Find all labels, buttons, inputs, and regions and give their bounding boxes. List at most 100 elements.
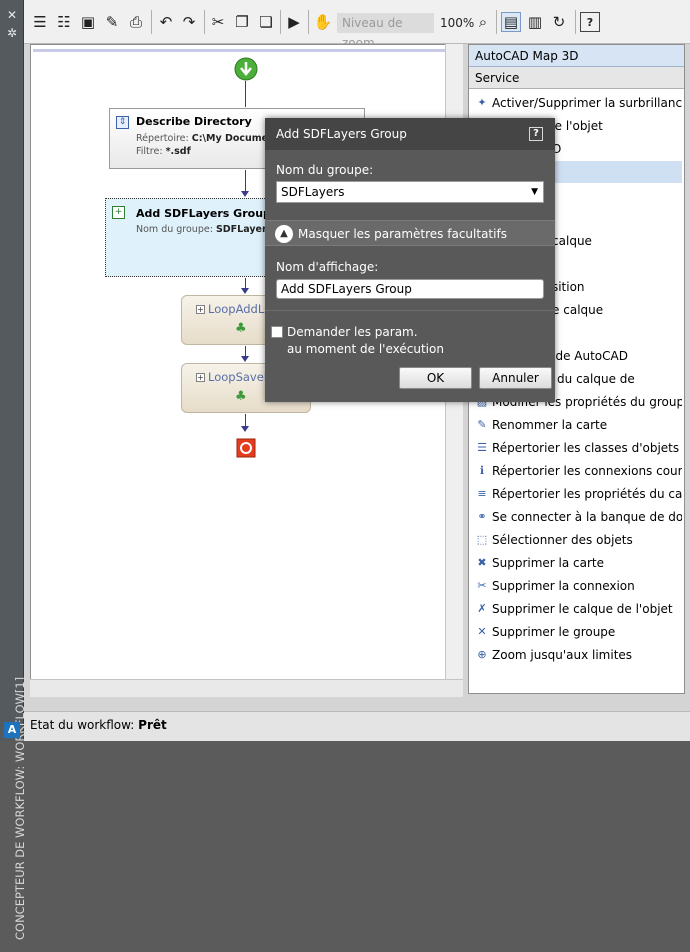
autocad-logo-icon: A: [4, 722, 20, 738]
paste-icon[interactable]: ❏: [256, 12, 276, 32]
prompt-at-runtime-checkbox[interactable]: [271, 326, 283, 338]
canvas-top-border: [33, 49, 462, 52]
group-name-select[interactable]: SDFLayers ▼: [276, 181, 544, 203]
palette-item-label: Zoom jusqu'aux limites: [492, 648, 633, 662]
palette-item[interactable]: ⚭ Se connecter à la banque de donnée: [473, 506, 682, 528]
palette-item[interactable]: ≡ Répertorier les propriétés du calque: [473, 483, 682, 505]
add-sdflayers-group-dialog: Add SDFLayers Group ? Nom du groupe: SDF…: [265, 118, 555, 402]
optional-params-toggle[interactable]: ▲ Masquer les paramètres facultatifs: [265, 220, 555, 246]
toolbar-separator: [280, 10, 281, 34]
palette-item-label: Répertorier les classes d'objets: [492, 441, 680, 455]
connector: [245, 170, 246, 192]
palette-item-label: Supprimer le calque de l'objet: [492, 602, 673, 616]
param-label: Nom du groupe:: [136, 224, 213, 235]
select-objects-icon: ⬚: [476, 533, 488, 546]
ok-button[interactable]: OK: [399, 367, 472, 389]
toolbar: ☰ ☷ ▣ ✎ ⎙ ↶ ↷ ✂ ❐ ❏ ▶ ✋ Niveau de zoom 1…: [24, 0, 690, 50]
toolbar-separator: [204, 10, 205, 34]
settings-icon[interactable]: ✲: [4, 26, 20, 40]
save-as-icon[interactable]: ✎: [102, 12, 122, 32]
connector-arrow: [241, 356, 249, 362]
add-group-icon: +: [112, 206, 125, 219]
zoom-level-input[interactable]: Niveau de zoom: [337, 13, 434, 50]
param-value: C:\My Documen: [191, 133, 275, 144]
activity-title: Describe Directory: [136, 115, 252, 128]
print-icon[interactable]: ⎙: [126, 12, 146, 32]
param-label: Filtre:: [136, 146, 163, 157]
connector-arrow: [241, 288, 249, 294]
cancel-button[interactable]: Annuler: [479, 367, 552, 389]
palette-header[interactable]: AutoCAD Map 3D: [469, 45, 684, 67]
param-label: Répertoire:: [136, 133, 189, 144]
describe-directory-icon: ⇕: [116, 116, 129, 129]
delete-layer-icon: ✗: [477, 602, 487, 615]
palette-item-label: Répertorier les connexions courante: [492, 464, 682, 478]
dialog-divider: [265, 310, 555, 311]
palette-item[interactable]: ✎ Renommer la carte: [473, 414, 682, 436]
palette-item-label: Sélectionner des objets: [492, 533, 633, 547]
delete-group-icon: ✕: [477, 625, 487, 638]
prompt-label-line2: au moment de l'exécution: [287, 342, 444, 356]
pin-icon[interactable]: ✕: [4, 8, 20, 22]
new-workflow-icon[interactable]: ☰: [30, 12, 50, 32]
palette-item-label: Supprimer la connexion: [492, 579, 635, 593]
layout-icon[interactable]: ▤: [501, 12, 521, 32]
expand-icon[interactable]: +: [196, 373, 205, 382]
display-name-input[interactable]: Add SDFLayers Group: [276, 279, 544, 299]
vertical-title-bar: ✕ ✲ CONCEPTEUR DE WORKFLOW: WORKFLOW[1] …: [0, 0, 27, 940]
vertical-title: CONCEPTEUR DE WORKFLOW: WORKFLOW[1]: [13, 676, 27, 940]
param-value: *.sdf: [165, 146, 191, 157]
pan-icon[interactable]: ✋: [313, 12, 333, 32]
dialog-help-button[interactable]: ?: [529, 127, 543, 141]
cut-icon[interactable]: ✂: [208, 12, 228, 32]
status-bar: Etat du workflow: Prêt: [24, 711, 690, 741]
list-classes-icon: ☰: [477, 441, 487, 454]
zoom-value: 100%: [440, 16, 475, 30]
group-name-label: Nom du groupe:: [276, 163, 374, 177]
toolbar-separator: [308, 10, 309, 34]
palette-item[interactable]: ✕ Supprimer le groupe: [473, 621, 682, 643]
toolbar-separator: [575, 10, 576, 34]
end-icon[interactable]: [236, 438, 256, 458]
properties-icon[interactable]: ▥: [525, 12, 545, 32]
save-icon[interactable]: ▣: [78, 12, 98, 32]
copy-icon[interactable]: ❐: [232, 12, 252, 32]
collapse-chevron-icon[interactable]: ▲: [275, 225, 293, 243]
palette-category[interactable]: Service: [469, 67, 684, 89]
dropdown-arrow-icon[interactable]: ▼: [531, 182, 538, 202]
help-button[interactable]: ?: [580, 12, 600, 32]
delete-connection-icon: ✂: [477, 579, 487, 592]
palette-item-label: Supprimer le groupe: [492, 625, 616, 639]
toolbar-separator: [496, 10, 497, 34]
connector: [245, 81, 246, 107]
redo-icon[interactable]: ↷: [179, 12, 199, 32]
palette-item[interactable]: ℹ Répertorier les connexions courante: [473, 460, 682, 482]
palette-item[interactable]: ✖ Supprimer la carte: [473, 552, 682, 574]
refresh-icon[interactable]: ↻: [549, 12, 569, 32]
start-icon[interactable]: [234, 57, 258, 81]
zoom-icon[interactable]: ⌕: [473, 12, 493, 32]
activity-param: Filtre: *.sdf: [136, 146, 191, 157]
run-workflow-icon[interactable]: ▶: [284, 12, 304, 32]
group-name-value: SDFLayers: [281, 185, 345, 199]
status-label: Etat du workflow:: [30, 718, 135, 732]
palette-item[interactable]: ☰ Répertorier les classes d'objets: [473, 437, 682, 459]
loop-title: LoopAddLa: [208, 302, 272, 316]
palette-item[interactable]: ⬚ Sélectionner des objets: [473, 529, 682, 551]
expand-icon[interactable]: +: [196, 305, 205, 314]
open-workflow-icon[interactable]: ☷: [54, 12, 74, 32]
connector-arrow: [241, 426, 249, 432]
palette-item-label: Activer/Supprimer la surbrillance: [492, 96, 682, 110]
list-connections-icon: ℹ: [479, 464, 485, 477]
activity-param: Répertoire: C:\My Documen: [136, 133, 275, 144]
toolbar-separator: [151, 10, 152, 34]
canvas-horizontal-scrollbar[interactable]: [30, 679, 463, 697]
activity-title: Add SDFLayers Group: [136, 207, 271, 220]
dialog-title: Add SDFLayers Group: [265, 118, 555, 150]
palette-item[interactable]: ⊕ Zoom jusqu'aux limites: [473, 644, 682, 666]
palette-item-label: Répertorier les propriétés du calque: [492, 487, 682, 501]
palette-item[interactable]: ✂ Supprimer la connexion: [473, 575, 682, 597]
palette-item[interactable]: ✗ Supprimer le calque de l'objet: [473, 598, 682, 620]
undo-icon[interactable]: ↶: [156, 12, 176, 32]
palette-item[interactable]: ✦ Activer/Supprimer la surbrillance: [473, 92, 682, 114]
